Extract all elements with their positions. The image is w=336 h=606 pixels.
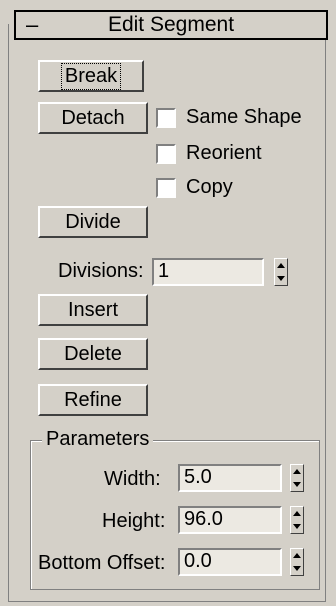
same-shape-label: Same Shape [186, 106, 302, 128]
insert-button[interactable]: Insert [38, 294, 148, 326]
width-input[interactable]: 5.0 [178, 464, 282, 492]
height-spinner[interactable] [290, 506, 304, 534]
reorient-checkbox-box[interactable] [156, 143, 176, 164]
divisions-spinner[interactable] [274, 258, 288, 286]
rollout-title: Edit Segment [107, 13, 235, 36]
spinner-up-icon[interactable] [293, 511, 301, 516]
refine-button[interactable]: Refine [38, 384, 148, 416]
copy-label: Copy [186, 176, 233, 198]
width-spinner[interactable] [290, 464, 304, 492]
same-shape-checkbox-box[interactable] [156, 107, 176, 128]
spinner-up-icon[interactable] [293, 553, 301, 558]
spinner-down-icon[interactable] [277, 276, 285, 281]
divisions-input[interactable]: 1 [152, 258, 264, 286]
reorient-label: Reorient [186, 142, 262, 164]
copy-checkbox[interactable]: Copy [156, 176, 233, 199]
detach-button[interactable]: Detach [38, 102, 148, 134]
width-label: Width: [104, 468, 161, 490]
divide-button[interactable]: Divide [38, 206, 148, 238]
insert-button-label: Insert [67, 298, 119, 321]
rollout-header-edit-segment[interactable]: – Edit Segment [14, 10, 328, 40]
spinner-up-icon[interactable] [293, 469, 301, 474]
same-shape-checkbox[interactable]: Same Shape [156, 106, 302, 129]
copy-checkbox-box[interactable] [156, 177, 176, 198]
bottom-offset-spinner[interactable] [290, 548, 304, 576]
delete-button[interactable]: Delete [38, 338, 148, 370]
spinner-up-icon[interactable] [277, 263, 285, 268]
spinner-down-icon[interactable] [293, 524, 301, 529]
divisions-label: Divisions: [58, 260, 144, 282]
refine-button-label: Refine [64, 388, 122, 411]
spinner-down-icon[interactable] [293, 482, 301, 487]
collapse-icon[interactable]: – [26, 12, 38, 38]
bottom-offset-input[interactable]: 0.0 [178, 548, 282, 576]
bottom-offset-label: Bottom Offset: [38, 552, 166, 574]
height-input[interactable]: 96.0 [178, 506, 282, 534]
reorient-checkbox[interactable]: Reorient [156, 142, 262, 165]
delete-button-label: Delete [64, 342, 122, 365]
parameters-group-title: Parameters [42, 428, 154, 451]
spinner-down-icon[interactable] [293, 566, 301, 571]
height-label: Height: [102, 510, 166, 532]
detach-button-label: Detach [61, 106, 125, 129]
break-button[interactable]: Break [38, 60, 144, 92]
divide-button-label: Divide [65, 210, 121, 233]
break-button-label: Break [60, 62, 122, 90]
